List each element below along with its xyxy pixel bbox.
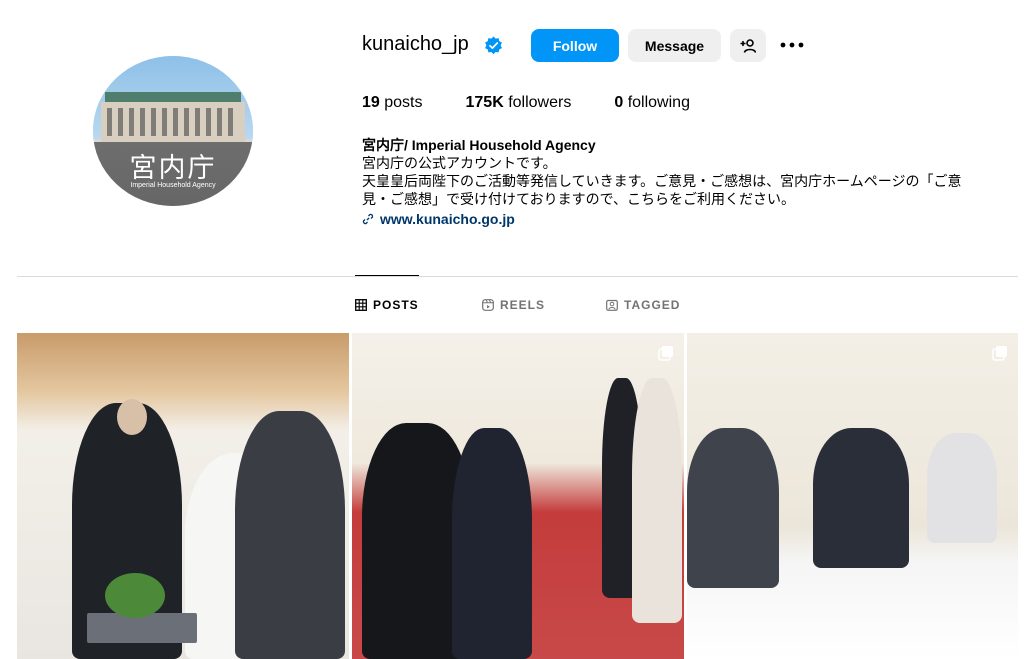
profile-avatar[interactable]: 宮内庁 Imperial Household Agency: [93, 56, 253, 206]
tagged-icon: [606, 299, 618, 311]
bio-name: 宮内庁/ Imperial Household Agency: [362, 137, 596, 153]
active-tab-indicator: [355, 275, 419, 276]
avatar-kanji: 宮内庁: [129, 153, 217, 184]
reels-icon: [482, 299, 494, 311]
avatar-windows: [107, 108, 239, 136]
photo-figure: [452, 428, 532, 659]
follow-button[interactable]: Follow: [531, 29, 619, 62]
photo-figure: [632, 378, 682, 623]
multiple-images-icon: [658, 346, 673, 361]
bio-website-link[interactable]: www.kunaicho.go.jp: [362, 211, 515, 227]
tab-tagged[interactable]: TAGGED: [606, 298, 680, 312]
profile-username[interactable]: kunaicho_jp: [362, 33, 469, 56]
tab-posts[interactable]: POSTS: [355, 298, 419, 312]
bio-line-2: 天皇皇后両陛下のご活動等発信していきます。ご意見・ご感想は、宮内庁ホームページの…: [362, 173, 962, 189]
avatar-subtitle: Imperial Household Agency: [130, 182, 216, 189]
message-button[interactable]: Message: [628, 29, 721, 62]
photo-object: [105, 573, 165, 618]
tab-tagged-label: TAGGED: [624, 298, 681, 312]
post-thumbnail[interactable]: [352, 333, 684, 659]
post-thumbnail[interactable]: [687, 333, 1018, 659]
photo-figure: [687, 428, 779, 588]
link-icon: [362, 213, 374, 225]
suggest-user-button[interactable]: [730, 29, 766, 62]
post-thumbnail[interactable]: [17, 333, 349, 659]
add-person-icon: [740, 38, 756, 53]
photo-object: [87, 613, 197, 643]
tab-posts-label: POSTS: [373, 298, 419, 312]
profile-stats: 19 posts 175K followers 0 following: [362, 94, 733, 112]
followers-stat[interactable]: 175K followers: [466, 94, 572, 112]
bio-link-text: www.kunaicho.go.jp: [380, 211, 515, 227]
verified-badge-icon: [485, 36, 502, 55]
tabs-divider: [17, 276, 1018, 277]
more-options-icon[interactable]: [778, 33, 806, 57]
tab-reels[interactable]: REELS: [482, 298, 545, 312]
following-stat[interactable]: 0 following: [614, 94, 690, 112]
photo-figure: [927, 433, 997, 543]
photo-figure: [235, 411, 345, 659]
posts-stat: 19 posts: [362, 94, 423, 111]
grid-icon: [355, 299, 367, 311]
tab-reels-label: REELS: [500, 298, 546, 312]
photo-figure: [813, 428, 909, 568]
bio-line-1: 宮内庁の公式アカウントです。: [362, 155, 557, 171]
multiple-images-icon: [992, 346, 1007, 361]
photo-face: [117, 399, 147, 435]
bio-line-3: 見・ご感想」で受け付けておりますので、こちらをご利用ください。: [362, 191, 796, 207]
